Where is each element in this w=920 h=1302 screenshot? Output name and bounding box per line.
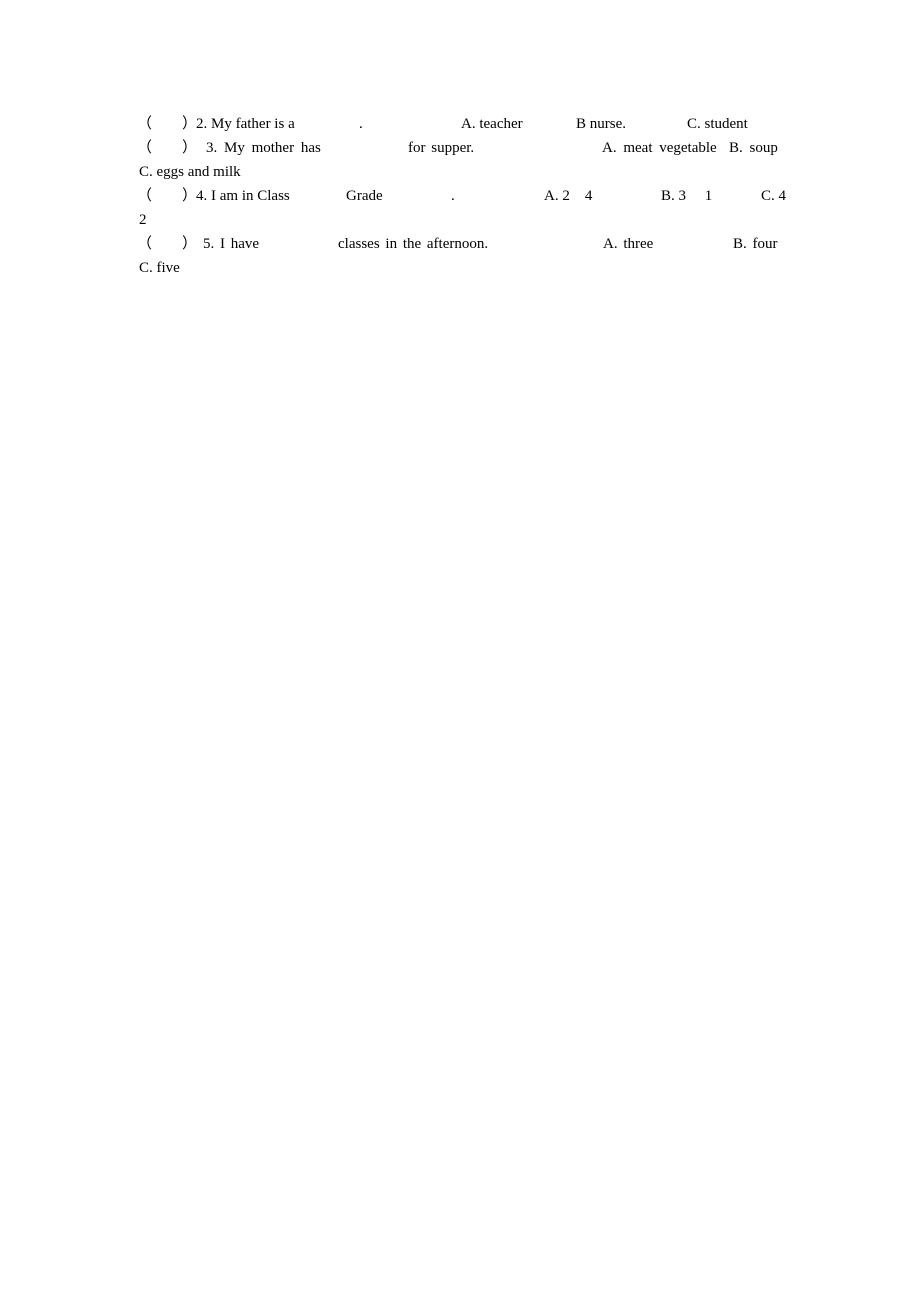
question-stem: 4. I am in Class xyxy=(196,188,290,204)
option-c-continued: 2 xyxy=(139,212,147,228)
option-c: C. five xyxy=(139,260,180,276)
option-a: A. 2 4 xyxy=(544,188,593,204)
option-b: B nurse. xyxy=(576,116,626,132)
answer-parenthesis: （ ） xyxy=(137,116,198,132)
question-stem: 2. My father is a xyxy=(196,116,295,132)
question-stem-end: for supper. xyxy=(408,140,475,156)
question-stem: 5. I have xyxy=(203,236,260,252)
answer-parenthesis: （ ） xyxy=(137,188,198,204)
option-b: B. 3 1 xyxy=(661,188,713,204)
option-c: C. student xyxy=(687,116,748,132)
answer-parenthesis: （ ） xyxy=(137,140,198,156)
question-stem-grade: Grade xyxy=(346,188,383,204)
option-a: A. three xyxy=(603,236,654,252)
option-b: B. four xyxy=(733,236,778,252)
question-stem-end: classes in the afternoon. xyxy=(338,236,489,252)
answer-parenthesis: （ ） xyxy=(137,236,198,252)
question-stem-end: . xyxy=(359,116,363,132)
option-a: A. meat vegetable xyxy=(602,140,717,156)
question-stem-end: . xyxy=(451,188,455,204)
option-b: B. soup xyxy=(729,140,778,156)
option-c: C. eggs and milk xyxy=(139,164,241,180)
question-stem: 3. My mother has xyxy=(206,140,321,156)
document-page: （ ） 2. My father is a . A. teacher B nur… xyxy=(0,0,920,1302)
option-a: A. teacher xyxy=(461,116,523,132)
option-c: C. 4 xyxy=(761,188,787,204)
